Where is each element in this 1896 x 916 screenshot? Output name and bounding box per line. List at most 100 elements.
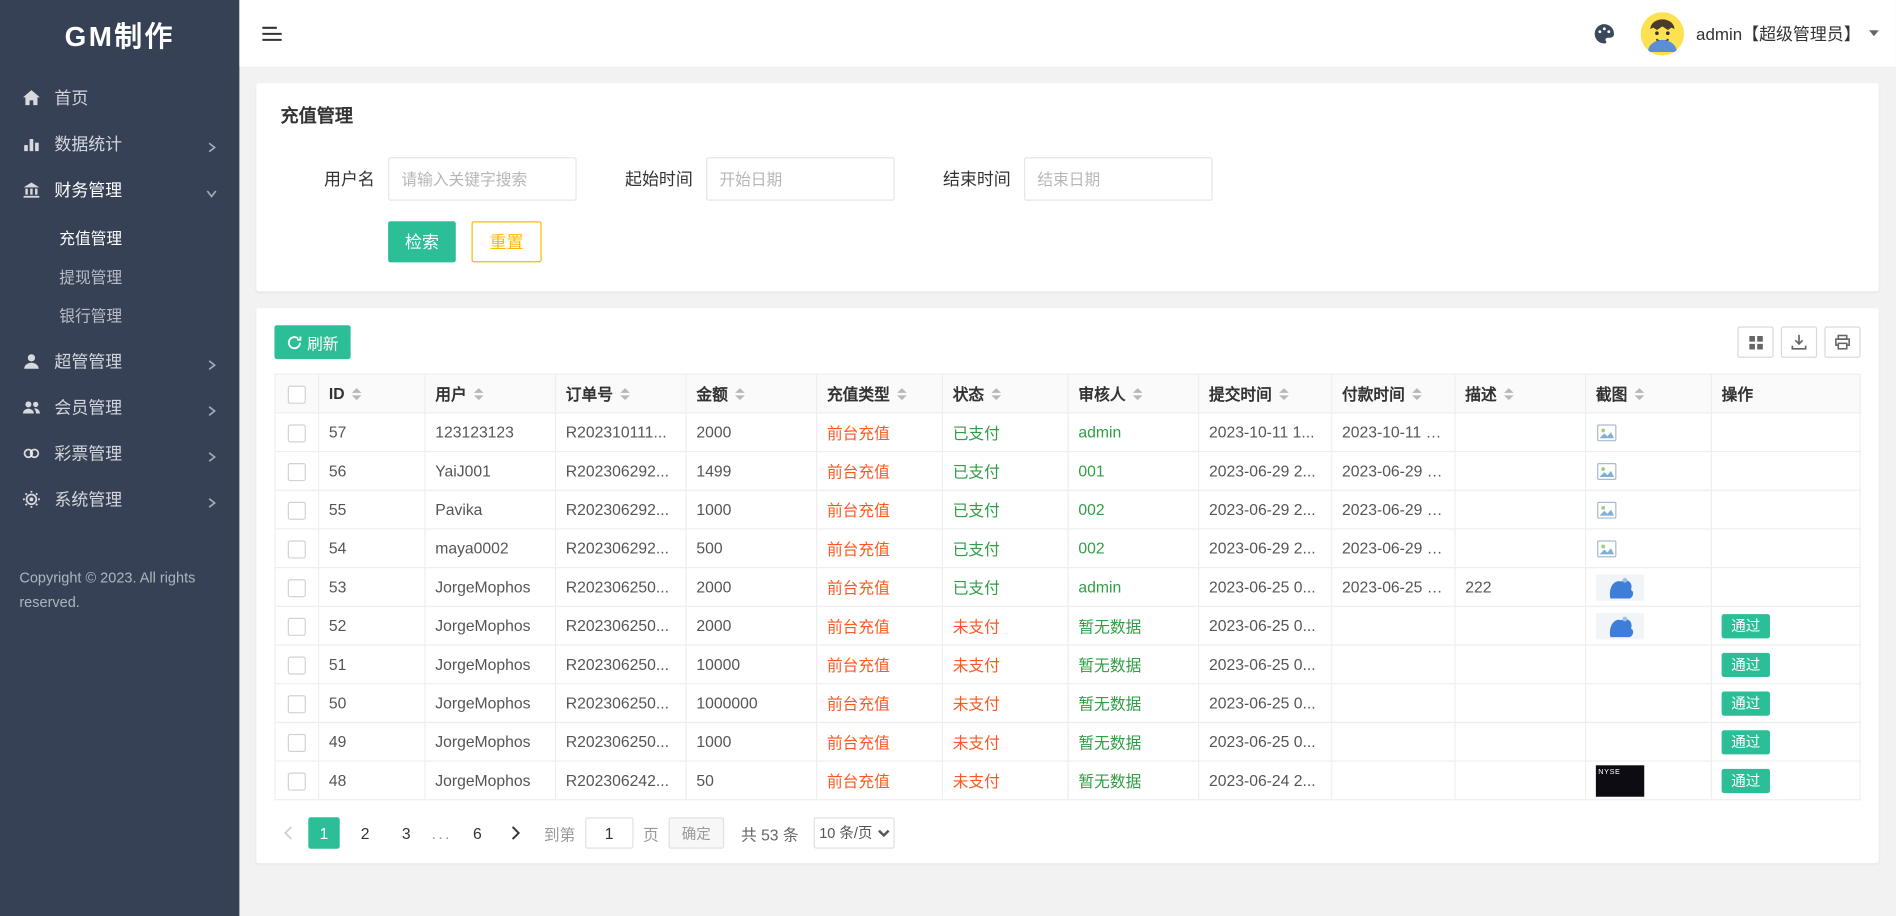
theme-palette-icon[interactable] <box>1592 21 1616 45</box>
approve-button[interactable]: 通过 <box>1722 652 1770 676</box>
sort-icon[interactable] <box>620 387 630 399</box>
search-button[interactable]: 检索 <box>388 221 456 262</box>
row-checkbox[interactable] <box>288 772 306 790</box>
table-toolbar: 刷新 <box>274 325 1860 359</box>
sort-icon[interactable] <box>1133 387 1143 399</box>
row-checkbox[interactable] <box>288 656 306 674</box>
page-button-6[interactable]: 6 <box>462 817 493 848</box>
row-checkbox[interactable] <box>288 462 306 480</box>
screenshot-thumbnail[interactable] <box>1596 574 1644 601</box>
sort-icon[interactable] <box>897 387 907 399</box>
hamburger-menu-icon[interactable] <box>261 24 283 43</box>
start-date-input[interactable] <box>706 157 895 201</box>
cell-pay-time <box>1332 761 1455 800</box>
main-area: admin【超级管理员】 充值管理 用户名 起始时间 <box>239 0 1895 916</box>
sidebar-item-lottery[interactable]: 彩票管理 <box>0 430 239 476</box>
approve-button[interactable]: 通过 <box>1722 614 1770 638</box>
column-header-action: 操作 <box>1711 374 1860 413</box>
sort-icon[interactable] <box>1504 387 1514 399</box>
export-button[interactable] <box>1781 326 1817 357</box>
reset-button[interactable]: 重置 <box>472 221 542 262</box>
cell-action <box>1711 452 1860 491</box>
cell-submit-time: 2023-06-25 0... <box>1199 606 1332 645</box>
row-checkbox[interactable] <box>288 424 306 442</box>
cell-recharge-type: 前台充值 <box>817 452 943 491</box>
column-header-select <box>275 374 319 413</box>
avatar[interactable] <box>1640 11 1684 55</box>
row-checkbox[interactable] <box>288 695 306 713</box>
column-header-description: 描述 <box>1455 374 1586 413</box>
thumbnail-text: NYSE <box>1598 768 1620 775</box>
cell-pay-time <box>1332 645 1455 684</box>
user-menu[interactable]: admin【超级管理员】 <box>1696 21 1879 45</box>
topbar-right: admin【超级管理员】 <box>1592 11 1879 55</box>
sidebar-item-superadmin[interactable]: 超管管理 <box>0 339 239 385</box>
sidebar-item-members[interactable]: 会员管理 <box>0 384 239 430</box>
sidebar-item-bank[interactable]: 银行管理 <box>0 295 239 334</box>
sidebar-item-label: 首页 <box>54 86 217 110</box>
sort-icon[interactable] <box>352 387 362 399</box>
sidebar-item-home[interactable]: 首页 <box>0 75 239 121</box>
cell-description <box>1455 684 1586 723</box>
row-checkbox[interactable] <box>288 579 306 597</box>
cell-recharge-type: 前台充值 <box>817 722 943 761</box>
cell-screenshot <box>1586 684 1712 723</box>
row-checkbox[interactable] <box>288 733 306 751</box>
select-all-checkbox[interactable] <box>288 385 306 403</box>
broken-image-icon <box>1596 499 1618 521</box>
sort-icon[interactable] <box>1279 387 1289 399</box>
per-page-select[interactable]: 10 条/页 <box>813 817 894 848</box>
sidebar-item-finance[interactable]: 财务管理 <box>0 167 239 213</box>
sidebar-item-label: 财务管理 <box>54 178 205 202</box>
approve-button[interactable]: 通过 <box>1722 768 1770 792</box>
sidebar-item-label: 数据统计 <box>54 132 205 156</box>
cell-user: maya0002 <box>425 529 556 568</box>
sort-icon[interactable] <box>1412 387 1422 399</box>
print-button[interactable] <box>1824 326 1860 357</box>
admin-app: GM制作 首页 数据统计 财务管理 <box>0 0 1896 916</box>
end-time-label: 结束时间 <box>943 167 1011 191</box>
row-checkbox[interactable] <box>288 540 306 558</box>
username-search-input[interactable] <box>388 157 577 201</box>
cell-id: 54 <box>319 529 425 568</box>
refresh-button[interactable]: 刷新 <box>274 325 350 359</box>
row-checkbox[interactable] <box>288 501 306 519</box>
page-button-3[interactable]: 3 <box>391 817 422 848</box>
end-date-input[interactable] <box>1024 157 1213 201</box>
sidebar-item-label: 彩票管理 <box>54 441 205 465</box>
sort-icon[interactable] <box>991 387 1001 399</box>
next-page-button[interactable] <box>503 817 530 848</box>
sidebar: GM制作 首页 数据统计 财务管理 <box>0 0 239 916</box>
goto-page-input[interactable] <box>585 817 633 848</box>
sidebar-item-withdraw[interactable]: 提现管理 <box>0 256 239 295</box>
cell-reviewer: admin <box>1068 413 1199 452</box>
sort-icon[interactable] <box>1635 387 1645 399</box>
sidebar-item-system[interactable]: 系统管理 <box>0 476 239 522</box>
sort-icon[interactable] <box>735 387 745 399</box>
chevron-down-icon <box>206 184 218 196</box>
page-button-2[interactable]: 2 <box>349 817 380 848</box>
prev-page-button[interactable] <box>274 817 301 848</box>
cell-amount: 2000 <box>686 568 817 607</box>
broken-image-icon <box>1596 460 1618 482</box>
cell-recharge-type: 前台充值 <box>817 490 943 529</box>
sidebar-item-recharge[interactable]: 充值管理 <box>0 218 239 257</box>
cell-recharge-type: 前台充值 <box>817 568 943 607</box>
sort-icon[interactable] <box>474 387 484 399</box>
sidebar-item-label: 提现管理 <box>59 264 217 287</box>
sidebar-item-statistics[interactable]: 数据统计 <box>0 121 239 167</box>
table-header: ID 用户 订单号 金额 充值类型 状态 审核人 提交时间 付款时间 描述 截图… <box>275 374 1860 413</box>
approve-button[interactable]: 通过 <box>1722 691 1770 715</box>
export-icon <box>1791 334 1808 351</box>
start-time-label: 起始时间 <box>625 167 693 191</box>
confirm-button[interactable]: 确定 <box>668 817 724 848</box>
screenshot-thumbnail[interactable]: NYSE <box>1596 765 1644 796</box>
filter-columns-button[interactable] <box>1737 326 1773 357</box>
approve-button[interactable]: 通过 <box>1722 730 1770 754</box>
cell-id: 57 <box>319 413 425 452</box>
users-icon <box>22 398 41 417</box>
screenshot-thumbnail[interactable] <box>1596 612 1644 639</box>
row-checkbox[interactable] <box>288 617 306 635</box>
cell-recharge-type: 前台充值 <box>817 606 943 645</box>
page-button-1[interactable]: 1 <box>308 817 339 848</box>
